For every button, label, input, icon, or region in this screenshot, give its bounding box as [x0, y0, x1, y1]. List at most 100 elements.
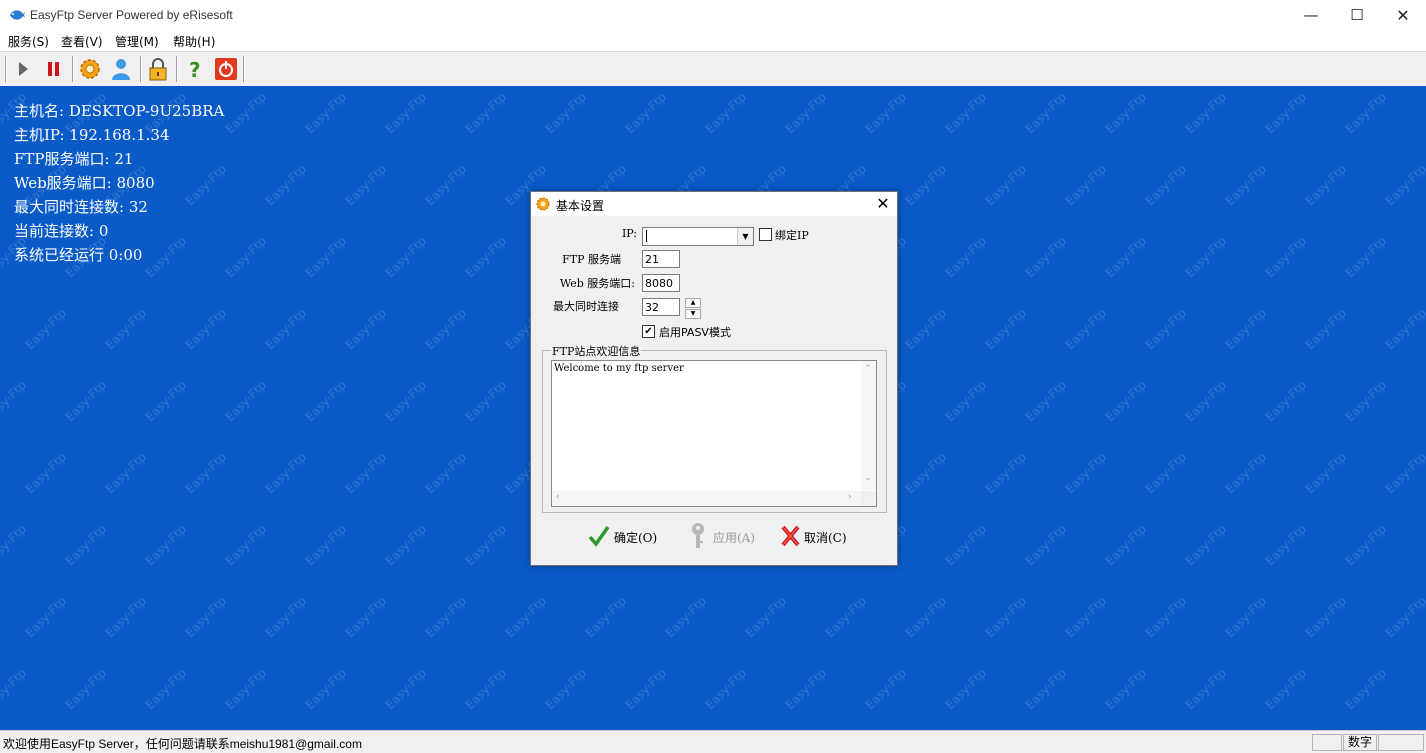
close-window-button[interactable]: ✕: [1380, 0, 1426, 31]
horizontal-scrollbar[interactable]: ‹ ›: [552, 491, 861, 506]
cancel-button-label: 取消(C): [804, 531, 847, 545]
watermark-text: Easy-Ftp: [862, 665, 910, 713]
watermark-text: Easy-Ftp: [582, 593, 630, 641]
watermark-text: Easy-Ftp: [422, 449, 470, 497]
watermark-text: Easy-Ftp: [422, 161, 470, 209]
maximize-button[interactable]: ☐: [1334, 0, 1380, 31]
watermark-text: Easy-Ftp: [1302, 161, 1350, 209]
lock-icon[interactable]: [145, 57, 171, 81]
watermark-text: Easy-Ftp: [1142, 305, 1190, 353]
watermark-text: Easy-Ftp: [22, 449, 70, 497]
help-icon[interactable]: ?: [182, 57, 208, 81]
watermark-text: Easy-Ftp: [342, 305, 390, 353]
pasv-mode-checkbox[interactable]: ✔: [642, 325, 655, 338]
minimize-button[interactable]: —: [1288, 0, 1334, 31]
watermark-text: Easy-Ftp: [982, 305, 1030, 353]
watermark-text: Easy-Ftp: [1262, 377, 1310, 425]
apply-button[interactable]: 应用(A): [687, 521, 761, 551]
watermark-text: Easy-Ftp: [1342, 521, 1390, 569]
scroll-left-icon[interactable]: ‹: [556, 492, 560, 502]
watermark-text: Easy-Ftp: [1342, 89, 1390, 137]
watermark-text: Easy-Ftp: [622, 665, 670, 713]
welcome-message-textarea[interactable]: Welcome to my ftp server ⌃ ⌄ ‹ ›: [551, 360, 877, 507]
vertical-scrollbar[interactable]: ⌃ ⌄: [861, 361, 876, 490]
web-port-text: Web服务端口: 8080: [14, 174, 155, 192]
watermark-text: Easy-Ftp: [902, 305, 950, 353]
ok-button[interactable]: 确定(O): [588, 521, 662, 551]
dialog-close-button[interactable]: ✕: [871, 193, 895, 215]
watermark-text: Easy-Ftp: [262, 305, 310, 353]
watermark-text: Easy-Ftp: [1102, 89, 1150, 137]
watermark-text: Easy-Ftp: [1142, 449, 1190, 497]
watermark-text: Easy-Ftp: [462, 377, 510, 425]
watermark-text: Easy-Ftp: [222, 377, 270, 425]
host-name-text: 主机名: DESKTOP-9U25BRA: [14, 102, 225, 120]
watermark-text: Easy-Ftp: [182, 161, 230, 209]
checkmark-icon: [588, 525, 610, 547]
spin-up-icon[interactable]: ▲: [685, 298, 701, 308]
toolbar-separator: [72, 56, 74, 82]
max-connections-spinner[interactable]: ▲ ▼: [685, 298, 701, 319]
key-icon: [692, 523, 704, 548]
watermark-text: Easy-Ftp: [1022, 377, 1070, 425]
ftp-port-label: FTP 服务端: [562, 253, 621, 266]
watermark-text: Easy-Ftp: [302, 233, 350, 281]
window-title: EasyFtp Server Powered by eRisesoft: [30, 8, 233, 22]
watermark-text: Easy-Ftp: [302, 89, 350, 137]
text-cursor: [646, 230, 647, 242]
watermark-text: Easy-Ftp: [0, 377, 30, 425]
ftp-port-input[interactable]: 21: [642, 250, 680, 268]
watermark-text: Easy-Ftp: [1022, 521, 1070, 569]
watermark-text: Easy-Ftp: [142, 665, 190, 713]
watermark-text: Easy-Ftp: [1342, 377, 1390, 425]
watermark-text: Easy-Ftp: [1262, 233, 1310, 281]
watermark-text: Easy-Ftp: [1302, 305, 1350, 353]
max-connections-label: 最大同时连接: [553, 300, 619, 313]
app-fish-icon: [10, 10, 25, 20]
watermark-text: Easy-Ftp: [382, 89, 430, 137]
watermark-text: Easy-Ftp: [502, 593, 550, 641]
watermark-text: Easy-Ftp: [142, 377, 190, 425]
scroll-up-icon[interactable]: ⌃: [864, 364, 872, 374]
chevron-down-icon[interactable]: ▼: [737, 228, 753, 245]
scroll-down-icon[interactable]: ⌄: [864, 473, 872, 483]
watermark-text: Easy-Ftp: [902, 593, 950, 641]
spin-down-icon[interactable]: ▼: [685, 309, 701, 319]
watermark-text: Easy-Ftp: [142, 233, 190, 281]
scroll-right-icon[interactable]: ›: [848, 492, 852, 502]
watermark-text: Easy-Ftp: [782, 665, 830, 713]
watermark-text: Easy-Ftp: [342, 449, 390, 497]
power-icon[interactable]: [213, 57, 239, 81]
watermark-text: Easy-Ftp: [62, 521, 110, 569]
play-icon[interactable]: [10, 57, 36, 81]
ip-label: IP:: [621, 227, 637, 240]
menu-view[interactable]: 查看(V): [61, 33, 103, 50]
watermark-text: Easy-Ftp: [1302, 593, 1350, 641]
web-port-input[interactable]: 8080: [642, 274, 680, 292]
max-connections-input[interactable]: 32: [642, 298, 680, 316]
pasv-mode-label: 启用PASV模式: [659, 326, 731, 339]
settings-gear-icon[interactable]: [77, 57, 103, 81]
watermark-text: Easy-Ftp: [462, 233, 510, 281]
menu-service[interactable]: 服务(S): [8, 33, 49, 50]
watermark-text: Easy-Ftp: [1102, 665, 1150, 713]
watermark-text: Easy-Ftp: [222, 89, 270, 137]
toolbar: ?: [0, 51, 1426, 87]
cancel-button[interactable]: 取消(C): [780, 521, 854, 551]
menu-help[interactable]: 帮助(H): [173, 33, 215, 50]
watermark-text: Easy-Ftp: [542, 665, 590, 713]
watermark-text: Easy-Ftp: [1342, 665, 1390, 713]
watermark-text: Easy-Ftp: [822, 593, 870, 641]
bind-ip-checkbox[interactable]: [759, 228, 772, 241]
ip-select[interactable]: ▼: [642, 227, 754, 246]
pause-icon[interactable]: [41, 57, 67, 81]
watermark-text: Easy-Ftp: [742, 593, 790, 641]
welcome-group-label: FTP站点欢迎信息: [551, 343, 642, 359]
user-icon[interactable]: [108, 57, 134, 81]
watermark-text: Easy-Ftp: [1342, 233, 1390, 281]
watermark-text: Easy-Ftp: [942, 665, 990, 713]
toolbar-separator: [5, 56, 7, 82]
toolbar-separator: [243, 56, 245, 82]
menu-manage[interactable]: 管理(M): [115, 33, 159, 50]
apply-button-label: 应用(A): [713, 531, 756, 545]
